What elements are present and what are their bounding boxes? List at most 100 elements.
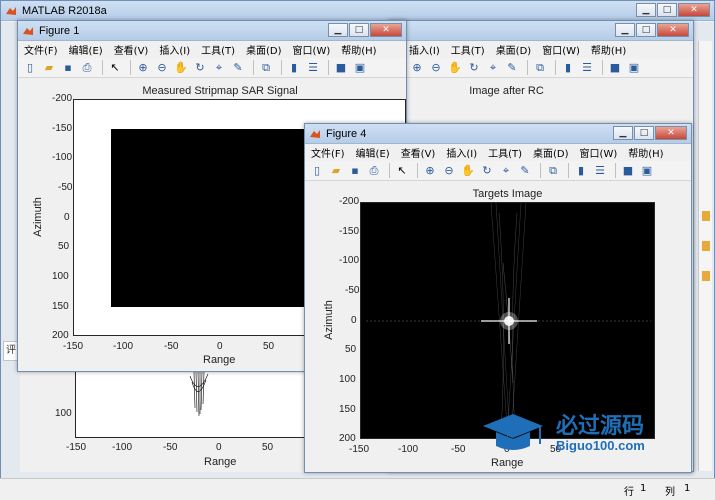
link-icon[interactable]: ⧉ [258, 60, 274, 76]
legend-icon[interactable]: ☰ [592, 163, 608, 179]
figure-2-toolbar: ⊕ ⊖ ✋ ↻ ⌖ ✎ ⧉ ▮ ☰ ■ ▣ [389, 58, 693, 78]
maximize-button[interactable]: □ [349, 22, 369, 37]
menu-desktop[interactable]: 桌面(D) [533, 145, 569, 160]
maximize-button[interactable]: □ [657, 2, 677, 17]
rotate-icon[interactable]: ↻ [479, 163, 495, 179]
menu-insert[interactable]: 插入(I) [446, 145, 477, 160]
menu-tools[interactable]: 工具(T) [488, 145, 522, 160]
pointer-icon[interactable]: ↖ [394, 163, 410, 179]
data-cursor-icon[interactable]: ⌖ [498, 163, 514, 179]
menu-tools[interactable]: 工具(T) [451, 42, 485, 57]
zoom-in-icon[interactable]: ⊕ [135, 60, 151, 76]
hide-tools-icon[interactable]: ■ [607, 60, 623, 76]
colorbar-icon[interactable]: ▮ [560, 60, 576, 76]
menu-view[interactable]: 查看(V) [401, 145, 436, 160]
rotate-icon[interactable]: ↻ [466, 60, 482, 76]
colorbar-icon[interactable]: ▮ [286, 60, 302, 76]
figure-1-title: Figure 1 [39, 24, 80, 37]
menu-help[interactable]: 帮助(H) [591, 42, 626, 57]
save-icon[interactable]: ▪ [60, 60, 76, 76]
figure-2-plot-title: Image after RC [469, 85, 544, 97]
new-file-icon[interactable]: ▯ [22, 60, 38, 76]
rotate-icon[interactable]: ↻ [192, 60, 208, 76]
link-icon[interactable]: ⧉ [545, 163, 561, 179]
menu-desktop[interactable]: 桌面(D) [496, 42, 532, 57]
menu-window[interactable]: 窗口(W) [580, 145, 618, 160]
y-tick: -50 [58, 182, 73, 193]
legend-icon[interactable]: ☰ [579, 60, 595, 76]
menu-help[interactable]: 帮助(H) [628, 145, 663, 160]
toolbar-separator [102, 60, 103, 75]
save-icon[interactable]: ▪ [347, 163, 363, 179]
maximize-button[interactable]: □ [634, 125, 654, 140]
minimize-button[interactable]: ▁ [613, 125, 633, 140]
close-button[interactable]: ✕ [655, 125, 687, 140]
brush-icon[interactable]: ✎ [230, 60, 246, 76]
menu-view[interactable]: 查看(V) [114, 42, 149, 57]
new-file-icon[interactable]: ▯ [309, 163, 325, 179]
menu-help[interactable]: 帮助(H) [341, 42, 376, 57]
menu-insert[interactable]: 插入(I) [409, 42, 440, 57]
menu-window[interactable]: 窗口(W) [542, 42, 580, 57]
print-icon[interactable]: ⎙ [366, 163, 382, 179]
y-tick: -100 [339, 255, 360, 266]
minimize-button[interactable]: ▁ [615, 22, 635, 37]
right-scroll-strip[interactable] [698, 41, 712, 471]
targets-image [366, 202, 651, 441]
show-tools-icon[interactable]: ▣ [626, 60, 642, 76]
x-tick: -150 [63, 341, 84, 352]
show-tools-icon[interactable]: ▣ [352, 60, 368, 76]
y-tick: 50 [345, 344, 357, 355]
hide-tools-icon[interactable]: ■ [333, 60, 349, 76]
figure-1-plot-title: Measured Stripmap SAR Signal [142, 85, 298, 97]
close-button[interactable]: ✕ [370, 22, 402, 37]
close-button[interactable]: ✕ [678, 2, 710, 17]
open-folder-icon[interactable]: ▰ [328, 163, 344, 179]
x-tick: -100 [113, 341, 134, 352]
toolbar-separator [527, 60, 528, 75]
zoom-out-icon[interactable]: ⊖ [441, 163, 457, 179]
menu-tools[interactable]: 工具(T) [201, 42, 235, 57]
pan-icon[interactable]: ✋ [460, 163, 476, 179]
zoom-in-icon[interactable]: ⊕ [409, 60, 425, 76]
brush-icon[interactable]: ✎ [504, 60, 520, 76]
pan-icon[interactable]: ✋ [173, 60, 189, 76]
toolbar-separator [568, 163, 569, 178]
scroll-marker [702, 241, 710, 251]
menu-edit[interactable]: 编辑(E) [69, 42, 103, 57]
menu-insert[interactable]: 插入(I) [159, 42, 190, 57]
zoom-in-icon[interactable]: ⊕ [422, 163, 438, 179]
maximize-button[interactable]: □ [636, 22, 656, 37]
menu-file[interactable]: 文件(F) [24, 42, 58, 57]
sidebar-fragment-label: 评 [6, 345, 16, 356]
show-tools-icon[interactable]: ▣ [639, 163, 655, 179]
legend-icon[interactable]: ☰ [305, 60, 321, 76]
minimize-button[interactable]: ▁ [636, 2, 656, 17]
menu-edit[interactable]: 编辑(E) [356, 145, 390, 160]
zoom-out-icon[interactable]: ⊖ [428, 60, 444, 76]
colorbar-icon[interactable]: ▮ [573, 163, 589, 179]
print-icon[interactable]: ⎙ [79, 60, 95, 76]
pointer-icon[interactable]: ↖ [107, 60, 123, 76]
zoom-out-icon[interactable]: ⊖ [154, 60, 170, 76]
row-value: 1 [640, 483, 647, 494]
figure-1-menubar: 文件(F) 编辑(E) 查看(V) 插入(I) 工具(T) 桌面(D) 窗口(W… [18, 41, 406, 58]
link-icon[interactable]: ⧉ [532, 60, 548, 76]
x-tick: 0 [217, 341, 223, 352]
data-cursor-icon[interactable]: ⌖ [211, 60, 227, 76]
menu-desktop[interactable]: 桌面(D) [246, 42, 282, 57]
y-tick: 100 [55, 408, 72, 419]
menu-file[interactable]: 文件(F) [311, 145, 345, 160]
y-tick: -100 [52, 152, 73, 163]
brush-icon[interactable]: ✎ [517, 163, 533, 179]
hide-tools-icon[interactable]: ■ [620, 163, 636, 179]
figure-1-toolbar: ▯ ▰ ▪ ⎙ ↖ ⊕ ⊖ ✋ ↻ ⌖ ✎ ⧉ ▮ ☰ ■ ▣ [18, 58, 406, 78]
pan-icon[interactable]: ✋ [447, 60, 463, 76]
data-cursor-icon[interactable]: ⌖ [485, 60, 501, 76]
figure-1-xlabel: Range [203, 354, 236, 366]
minimize-button[interactable]: ▁ [328, 22, 348, 37]
close-button[interactable]: ✕ [657, 22, 689, 37]
open-folder-icon[interactable]: ▰ [41, 60, 57, 76]
menu-window[interactable]: 窗口(W) [293, 42, 331, 57]
col-label: 列 [665, 487, 675, 498]
